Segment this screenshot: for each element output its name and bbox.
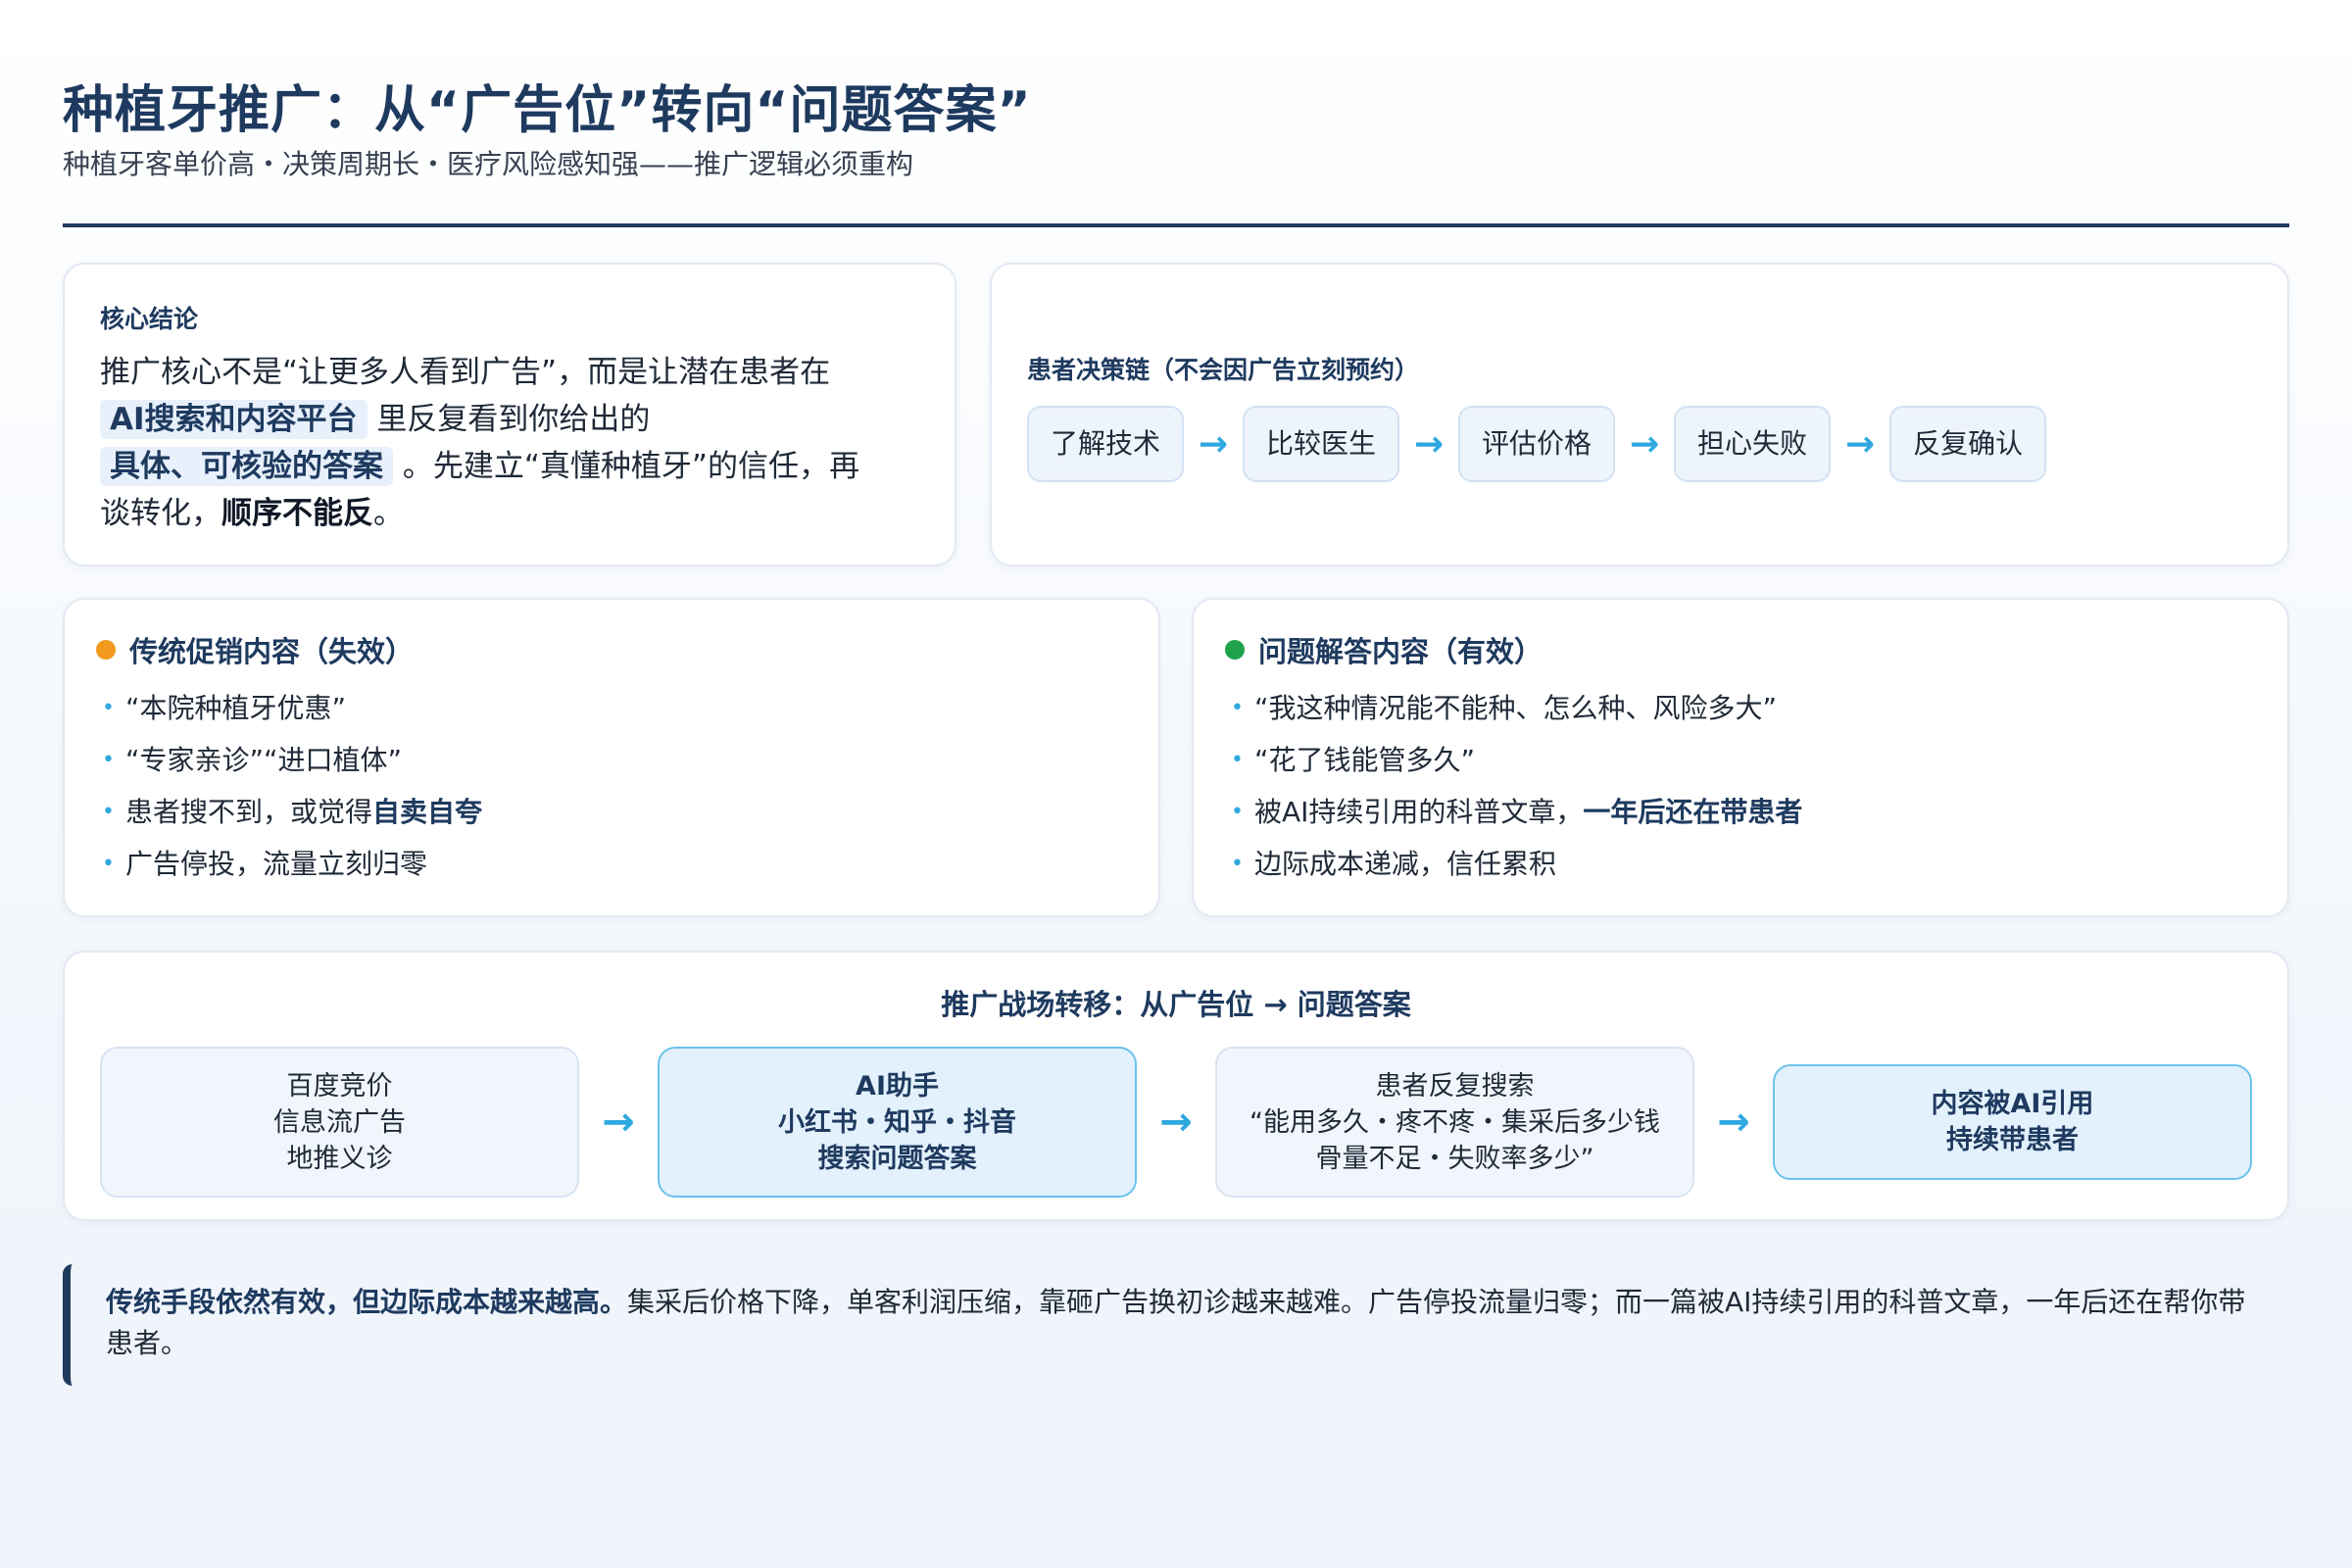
battlefield-flow-row: 百度竞价 信息流广告 地推义诊 → AI助手 小红书・知乎・抖音 搜索问题答案 … bbox=[100, 1047, 2253, 1198]
decision-chain-card: 患者决策链（不会因广告立刻预约） 了解技术 → 比较医生 → 评估价格 → 担心… bbox=[990, 263, 2289, 566]
traditional-content-card: 传统促销内容（失效） • “本院种植牙优惠” • “专家亲诊”“进口植体” • 患者搜… bbox=[63, 598, 1160, 917]
core-text-4: 。 bbox=[373, 496, 404, 531]
core-highlight-answer: 具体、可核验的答案 bbox=[100, 447, 393, 486]
page-subtitle: 种植牙客单价高・决策周期长・医疗风险感知强——推广逻辑必须重构 bbox=[63, 148, 914, 180]
flow-box-ai-platforms: AI助手 小红书・知乎・抖音 搜索问题答案 bbox=[657, 1047, 1138, 1198]
list-item: • 患者搜不到，或觉得自卖自夸 bbox=[96, 786, 1127, 838]
arrow-right-icon: → bbox=[602, 1100, 635, 1145]
list-item: • 广告停投，流量立刻归零 bbox=[96, 838, 1127, 890]
core-conclusion-label: 核心结论 bbox=[100, 305, 199, 333]
core-conclusion-card: 核心结论 推广核心不是“让更多人看到广告”，而是让潜在患者在 AI搜索和内容平台 … bbox=[63, 263, 956, 566]
bullet-icon: • bbox=[102, 696, 115, 720]
list-item: • “花了钱能管多久” bbox=[1225, 734, 2256, 786]
flow-box-traditional-channels: 百度竞价 信息流广告 地推义诊 bbox=[100, 1047, 580, 1198]
core-conclusion-text: 推广核心不是“让更多人看到广告”，而是让潜在患者在 AI搜索和内容平台 里反复看到… bbox=[100, 349, 919, 537]
qa-content-card: 问题解答内容（有效） • “我这种情况能不能种、怎么种、风险多大” • “花了钱能管… bbox=[1192, 598, 2289, 917]
bullet-icon: • bbox=[1231, 748, 1244, 772]
traditional-content-list: • “本院种植牙优惠” • “专家亲诊”“进口植体” • 患者搜不到，或觉得自卖自夸 … bbox=[96, 682, 1127, 890]
arrow-right-icon: → bbox=[1844, 423, 1876, 465]
chain-step-1: 了解技术 bbox=[1027, 406, 1185, 482]
decision-chain-label: 患者决策链（不会因广告立刻预约） bbox=[1027, 356, 1420, 384]
list-item: • “本院种植牙优惠” bbox=[96, 682, 1127, 734]
arrow-right-icon: → bbox=[1629, 423, 1660, 465]
chain-step-4: 担心失败 bbox=[1674, 406, 1832, 482]
flow-box-patient-search: 患者反复搜索 “能用多久・疼不疼・集采后多少钱 骨量不足・失败率多少” bbox=[1214, 1047, 1695, 1198]
arrow-right-icon: → bbox=[1413, 423, 1445, 465]
list-item: • “我这种情况能不能种、怎么种、风险多大” bbox=[1225, 682, 2256, 734]
list-item: • “专家亲诊”“进口植体” bbox=[96, 734, 1127, 786]
core-text-3b: 谈转化， bbox=[100, 496, 221, 531]
bullet-icon: • bbox=[1231, 696, 1244, 720]
core-highlight-ai-platform: AI搜索和内容平台 bbox=[100, 400, 368, 439]
battlefield-shift-card: 推广战场转移：从广告位 → 问题答案 百度竞价 信息流广告 地推义诊 → AI助… bbox=[63, 951, 2289, 1221]
chain-step-5: 反复确认 bbox=[1889, 406, 2047, 482]
title-divider bbox=[63, 223, 2289, 227]
core-strong: 顺序不能反 bbox=[221, 496, 373, 531]
decision-chain-row: 了解技术 → 比较医生 → 评估价格 → 担心失败 → 反复确认 bbox=[1027, 406, 2252, 482]
green-dot-icon bbox=[1225, 640, 1245, 660]
battlefield-shift-title: 推广战场转移：从广告位 → 问题答案 bbox=[941, 988, 1411, 1021]
orange-dot-icon bbox=[96, 640, 116, 660]
bullet-icon: • bbox=[1231, 852, 1244, 876]
traditional-content-title: 传统促销内容（失效） bbox=[129, 635, 415, 668]
bullet-icon: • bbox=[1231, 800, 1244, 824]
bullet-icon: • bbox=[102, 852, 115, 876]
arrow-right-icon: → bbox=[1717, 1100, 1750, 1145]
page-title: 种植牙推广：从“广告位”转向“问题答案” bbox=[63, 81, 1032, 140]
qa-content-list: • “我这种情况能不能种、怎么种、风险多大” • “花了钱能管多久” • 被AI持续引… bbox=[1225, 682, 2256, 890]
list-item: • 被AI持续引用的科普文章，一年后还在带患者 bbox=[1225, 786, 2256, 838]
core-text-2: 里反复看到你给出的 bbox=[376, 402, 651, 437]
bullet-icon: • bbox=[102, 748, 115, 772]
list-item: • 边际成本递减，信任累积 bbox=[1225, 838, 2256, 890]
qa-content-title: 问题解答内容（有效） bbox=[1258, 635, 1544, 668]
chain-step-3: 评估价格 bbox=[1458, 406, 1616, 482]
bottom-note: 传统手段依然有效，但边际成本越来越高。集采后价格下降，单客利润压缩，靠砸广告换初… bbox=[63, 1264, 2289, 1386]
arrow-right-icon: → bbox=[1198, 423, 1229, 465]
flow-box-ai-citation: 内容被AI引用 持续带患者 bbox=[1772, 1064, 2253, 1180]
arrow-right-icon: → bbox=[1159, 1100, 1193, 1145]
qa-content-header: 问题解答内容（有效） bbox=[1225, 629, 2256, 670]
bullet-icon: • bbox=[102, 800, 115, 824]
core-text-3a: 。先建立“真懂种植牙”的信任，再 bbox=[402, 449, 859, 484]
core-text-1: 推广核心不是“让更多人看到广告”，而是让潜在患者在 bbox=[100, 355, 831, 390]
bottom-note-lead: 传统手段依然有效，但边际成本越来越高。 bbox=[106, 1286, 628, 1318]
traditional-content-header: 传统促销内容（失效） bbox=[96, 629, 1127, 670]
chain-step-2: 比较医生 bbox=[1243, 406, 1400, 482]
